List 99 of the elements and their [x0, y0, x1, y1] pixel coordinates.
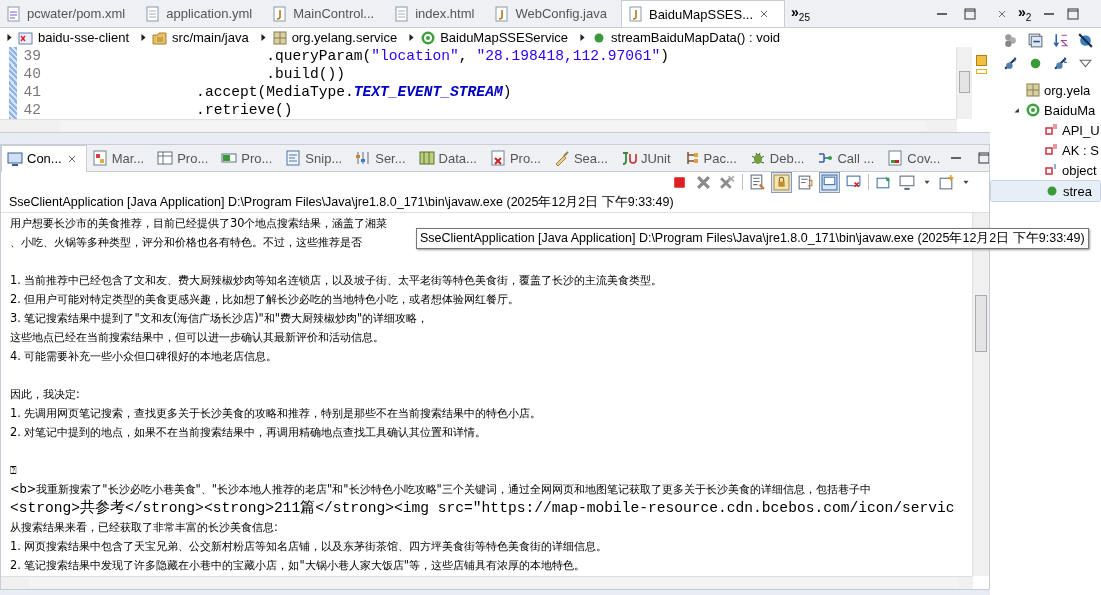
field-icon — [1043, 122, 1059, 138]
table-icon — [157, 150, 174, 166]
console-line: 3. 笔记搜索结果中提到了"文和友(海信广场长沙店)"和"费大厨辣椒炒肉"的详细攻略， — [10, 310, 429, 327]
breadcrumb-item[interactable]: baidu-sse-client — [18, 29, 136, 46]
view-tab[interactable]: Con... — [1, 145, 87, 172]
snippet-icon — [285, 150, 302, 166]
outline-item[interactable]: AK : S — [990, 140, 1101, 160]
maximize-icon[interactable] — [1065, 5, 1082, 22]
bug-icon — [749, 150, 766, 166]
junit-icon — [620, 150, 637, 166]
breadcrumb-item[interactable]: streamBaiduMapData() : void — [591, 29, 787, 46]
scroll-lock-icon[interactable] — [772, 172, 791, 192]
document-icon — [394, 5, 411, 22]
editor-tab[interactable]: MainControl... — [266, 0, 389, 27]
console-line: 1. 网页搜索结果中包含了天宝兄弟、公交新村粉店等知名店铺，以及东茅街茶馆、四方坪美食街等特色美食街的详细信息。 — [10, 538, 608, 555]
markers-icon — [91, 150, 108, 166]
field-icon — [1043, 142, 1059, 158]
editor-tab[interactable]: application.yml — [139, 0, 267, 27]
collapse-icon[interactable] — [1027, 32, 1044, 49]
console-line: <strong>共参考</strong><strong>211篇</strong><img src="https://map-mobile-resource.cdn.bcebos.com/icon/servic — [10, 499, 955, 518]
console-line: 这些地点已经在当前搜索结果中，但可以进一步确认其最新评价和活动信息。 — [10, 329, 384, 346]
clear-console-icon[interactable] — [748, 172, 767, 192]
scrollbar[interactable] — [1, 576, 973, 589]
problems-icon — [489, 150, 506, 166]
chevron-icon[interactable] — [4, 32, 15, 43]
line-number: 41 — [22, 83, 41, 101]
console-title: SseClientApplication [Java Application] D:\Program Files\Java\jre1.8.0_171\bin\javaw.exe (2025年12月2日 下午9:33:49) — [1, 192, 989, 213]
editor-tab[interactable]: pcwater/pom.xml — [0, 0, 140, 27]
console-line: 2. 对笔记中提到的地点，如果不在当前搜索结果中，再调用精确地点查找工具确认其位置和详情。 — [10, 424, 487, 441]
code-line: .build()) — [265, 65, 345, 83]
word-wrap-icon[interactable] — [796, 172, 815, 192]
scrollbar[interactable] — [956, 47, 972, 119]
coverage-icon — [887, 150, 904, 166]
view-tab[interactable]: Call ... — [812, 145, 883, 171]
view-tab[interactable]: Deb... — [744, 145, 813, 171]
java-file-icon — [627, 6, 644, 22]
package-icon — [271, 29, 288, 46]
breadcrumb-item[interactable]: src/main/java — [152, 29, 255, 46]
tooltip: SseClientApplication [Java Application] D:\Program Files\Java\jre1.8.0_171\bin\javaw.exe (2025年12月2日 下午9:33:49) — [416, 228, 1089, 249]
maximize-icon[interactable] — [976, 150, 989, 166]
outline-item[interactable]: API_U — [990, 120, 1101, 140]
console-line: 因此，我决定: — [10, 386, 80, 403]
console-line: 2. 笔记搜索结果中发现了许多隐藏在小巷中的宝藏小店，如"大锅小巷人家大饭店"等，这些店铺具有浓厚的本地特色。 — [10, 557, 585, 574]
project-icon — [18, 29, 34, 46]
view-tab[interactable]: Pac... — [678, 145, 745, 171]
class-icon — [420, 29, 437, 46]
console-line: 4. 可能需要补充一些小众但口碑很好的本地老店信息。 — [10, 348, 278, 365]
view-tab[interactable]: Pro... — [152, 145, 217, 171]
console-icon — [7, 150, 23, 167]
source-folder-icon — [152, 29, 169, 46]
document-icon — [145, 5, 162, 22]
view-tab[interactable]: JUnit — [615, 145, 679, 171]
console-line: 从搜索结果来看，已经获取了非常丰富的长沙美食信息: — [10, 519, 278, 536]
console-line: 2. 但用户可能对特定类型的美食更感兴趣，比如想了解长沙必吃的当地特色小吃，或者想体验网红餐厅。 — [10, 291, 520, 308]
line-number: 39 — [22, 47, 41, 65]
view-tab[interactable]: Pro... — [484, 145, 549, 171]
console-line: 、小吃、火锅等多种类型，评分和价格也各有特色。不过，这些推荐是否 — [10, 234, 362, 251]
console-line: 1. 当前推荐中已经包含了文和友、费大厨辣椒炒肉等知名连锁店，以及坡子街、太平老街等特色美食街，覆盖了长沙的主流美食类型。 — [10, 272, 663, 289]
outline-item[interactable]: BaiduMa — [990, 100, 1101, 120]
outline-item[interactable]: org.yela — [990, 80, 1101, 100]
editor-tab[interactable]: BaiduMapSSES... — [620, 0, 786, 27]
view-tab[interactable]: Mar... — [86, 145, 153, 171]
data-icon — [418, 150, 435, 166]
line-number: 40 — [22, 65, 41, 83]
editor-tab[interactable]: index.html — [388, 0, 489, 27]
console-line: 1. 先调用网页笔记搜索，查找更多关于长沙美食的攻略和推荐，特别是那些不在当前搜索结果中的特色小店。 — [10, 405, 542, 422]
show-console-icon[interactable] — [820, 172, 839, 192]
hide-fields-icon[interactable] — [1077, 32, 1094, 49]
view-tab[interactable]: Data... — [413, 145, 485, 171]
sort-icon[interactable] — [1052, 32, 1069, 49]
maximize-icon[interactable] — [962, 5, 978, 22]
progress-icon — [221, 150, 238, 166]
field-icon — [1043, 162, 1059, 178]
display-console-icon[interactable] — [898, 172, 917, 192]
editor-tab[interactable]: WebConfig.java — [488, 0, 621, 27]
view-tab[interactable]: Ser... — [350, 145, 414, 171]
console-line: ⍰ — [10, 462, 17, 479]
java-file-icon — [272, 5, 289, 22]
outline-item[interactable]: object — [990, 160, 1101, 180]
servers-icon — [355, 150, 372, 166]
code-line: .accept(MediaType.TEXT_EVENT_STREAM) — [195, 83, 512, 101]
new-console-icon[interactable] — [937, 172, 956, 192]
code-line: .queryParam("location", "28.198418,112.97061") — [265, 47, 670, 65]
breadcrumb-item[interactable]: org.yelang.service — [271, 29, 404, 46]
package-icon — [1025, 82, 1041, 98]
view-tab[interactable]: Cov... — [882, 145, 949, 171]
class-icon — [1025, 102, 1041, 118]
scrollbar[interactable] — [0, 119, 957, 132]
outline-item[interactable]: strea — [990, 180, 1101, 202]
code-line: .retrieve() — [195, 101, 293, 119]
java-file-icon — [494, 5, 511, 22]
view-tab[interactable]: Pro... — [216, 145, 281, 171]
view-tab[interactable]: Sea... — [548, 145, 616, 171]
call-hierarchy-icon — [817, 150, 834, 166]
console-line: <b>我重新搜索了"长沙必吃小巷美食"、"长沙本地人推荐的老店"和"长沙特色小吃攻略"三个关键词，通过全网网页和地图笔记获取了更多关于长沙美食的详细信息，包括巷子中 — [10, 481, 871, 498]
console-line: 用户想要长沙市的美食推荐，目前已经提供了30个地点搜索结果，涵盖了湘菜 — [10, 215, 388, 232]
view-tab[interactable]: Snip... — [280, 145, 351, 171]
line-number: 42 — [22, 101, 41, 119]
breadcrumb-item[interactable]: BaiduMapSSEService — [420, 29, 575, 46]
